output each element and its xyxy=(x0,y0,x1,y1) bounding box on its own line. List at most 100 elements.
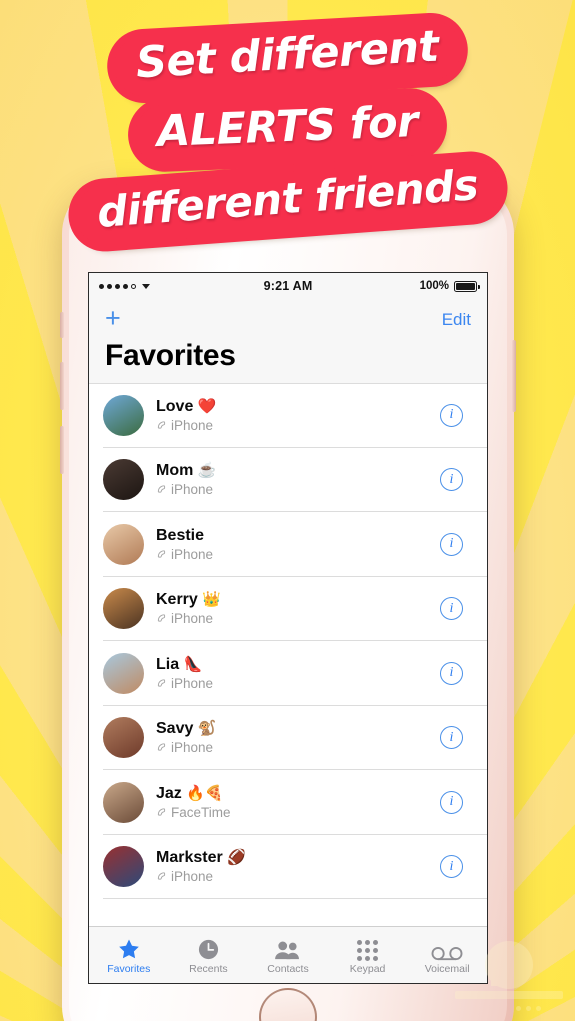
contact-service-row: iPhone xyxy=(156,869,440,884)
promo-screenshot: 9:21 AM 100% + Edit Favorites Love ❤️ iPh… xyxy=(0,0,575,1021)
favorite-row[interactable]: Bestie iPhone i xyxy=(89,512,487,577)
favorite-row[interactable]: Markster 🏈 iPhone i xyxy=(89,834,487,899)
contact-service-label: iPhone xyxy=(171,482,214,498)
contact-name: Kerry 👑 xyxy=(156,591,221,609)
star-icon xyxy=(117,935,141,961)
favorite-meta: Mom ☕ iPhone xyxy=(156,462,440,497)
tab-label: Voicemail xyxy=(424,963,470,976)
favorite-row[interactable]: Jaz 🔥🍕 FaceTime i xyxy=(89,770,487,835)
contact-service-row: FaceTime xyxy=(156,805,440,820)
avatar xyxy=(103,717,144,759)
info-circle-icon[interactable]: i xyxy=(440,661,463,685)
favorite-meta: Kerry 👑 iPhone xyxy=(156,591,440,626)
tab-bar: Favorites Recents Contacts Keypad Voicemail xyxy=(89,926,487,983)
avatar xyxy=(103,846,144,888)
contact-service-label: iPhone xyxy=(171,675,214,691)
contact-service-label: iPhone xyxy=(171,546,214,562)
page-title: Favorites xyxy=(105,339,236,372)
contact-service-row: iPhone xyxy=(156,676,440,691)
favorite-meta: Lia 👠 iPhone xyxy=(156,656,440,691)
add-favorite-button[interactable]: + xyxy=(105,304,121,336)
mute-switch[interactable] xyxy=(60,312,64,338)
handset-icon xyxy=(156,871,167,882)
avatar xyxy=(103,394,144,436)
contact-name: Lia 👠 xyxy=(156,655,203,673)
contact-name: Markster 🏈 xyxy=(156,849,246,867)
contact-emoji: ☕ xyxy=(197,462,217,480)
voicemail-icon xyxy=(431,935,463,961)
favorite-meta: Love ❤️ iPhone xyxy=(156,398,440,433)
tab-recents[interactable]: Recents xyxy=(169,935,249,975)
handset-icon xyxy=(156,807,167,818)
contact-name: Bestie xyxy=(156,526,205,544)
tab-contacts[interactable]: Contacts xyxy=(248,935,328,975)
contact-service-label: iPhone xyxy=(171,869,214,885)
favorite-meta: Bestie iPhone xyxy=(156,527,440,562)
carrier-caret-icon xyxy=(142,283,150,289)
favorites-list: Love ❤️ iPhone i Mom ☕ iPhone i Bestie iPhone i… xyxy=(89,383,487,899)
favorite-row[interactable]: Lia 👠 iPhone i xyxy=(89,641,487,706)
contact-service-row: iPhone xyxy=(156,418,440,433)
favorite-row[interactable]: Kerry 👑 iPhone i xyxy=(89,576,487,641)
contact-service-label: iPhone xyxy=(171,417,214,433)
contact-emoji: 👑 xyxy=(202,591,221,609)
contact-service-label: FaceTime xyxy=(171,804,231,820)
tab-label: Recents xyxy=(189,963,228,976)
handset-icon xyxy=(156,549,167,560)
favorite-row[interactable]: Mom ☕ iPhone i xyxy=(89,447,487,512)
people-icon xyxy=(274,935,301,961)
info-circle-icon[interactable]: i xyxy=(440,532,463,556)
power-button[interactable] xyxy=(512,340,516,412)
contact-emoji: ❤️ xyxy=(197,397,217,415)
favorite-row[interactable]: Savy 🐒 iPhone i xyxy=(89,705,487,770)
contact-emoji: 🐒 xyxy=(197,720,217,738)
contact-emoji: 🔥🍕 xyxy=(186,784,224,802)
handset-icon xyxy=(156,613,167,624)
iphone-device-frame: 9:21 AM 100% + Edit Favorites Love ❤️ iPh… xyxy=(60,180,516,1021)
contact-name: Love ❤️ xyxy=(156,397,217,415)
contact-service-row: iPhone xyxy=(156,547,440,562)
avatar xyxy=(103,781,144,823)
handset-icon xyxy=(156,420,167,431)
phone-screen: 9:21 AM 100% + Edit Favorites Love ❤️ iPh… xyxy=(88,272,488,984)
nav-button-row: + Edit xyxy=(105,304,471,336)
avatar xyxy=(103,652,144,694)
tab-label: Contacts xyxy=(267,963,309,976)
volume-up-button[interactable] xyxy=(60,362,64,410)
clock-icon xyxy=(197,935,220,961)
favorite-meta: Jaz 🔥🍕 FaceTime xyxy=(156,785,440,820)
contact-service-label: iPhone xyxy=(171,611,214,627)
avatar xyxy=(103,523,144,565)
contact-name: Mom ☕ xyxy=(156,462,217,480)
tab-voicemail[interactable]: Voicemail xyxy=(407,935,487,975)
info-circle-icon[interactable]: i xyxy=(440,790,463,814)
status-bar: 9:21 AM 100% xyxy=(89,273,487,299)
tab-keypad[interactable]: Keypad xyxy=(328,935,408,975)
handset-icon xyxy=(156,678,167,689)
volume-down-button[interactable] xyxy=(60,426,64,474)
tab-label: Keypad xyxy=(349,963,386,976)
contact-service-row: iPhone xyxy=(156,740,440,755)
contact-service-row: iPhone xyxy=(156,482,440,497)
contact-emoji: 👠 xyxy=(183,655,203,673)
info-circle-icon[interactable]: i xyxy=(440,597,463,621)
contact-name: Savy 🐒 xyxy=(156,720,217,738)
tab-label: Favorites xyxy=(107,963,151,976)
info-circle-icon[interactable]: i xyxy=(440,468,463,492)
info-circle-icon[interactable]: i xyxy=(440,726,463,750)
info-circle-icon[interactable]: i xyxy=(440,403,463,427)
favorite-row[interactable]: Love ❤️ iPhone i xyxy=(89,383,487,448)
avatar xyxy=(103,459,144,501)
contact-service-label: iPhone xyxy=(171,740,214,756)
info-circle-icon[interactable]: i xyxy=(440,855,463,879)
handset-icon xyxy=(156,742,167,753)
favorite-meta: Markster 🏈 iPhone xyxy=(156,849,440,884)
signal-dots-icon xyxy=(99,283,150,289)
contact-emoji: 🏈 xyxy=(227,849,246,867)
tab-favorites[interactable]: Favorites xyxy=(89,935,169,975)
edit-button[interactable]: Edit xyxy=(442,310,471,330)
contact-service-row: iPhone xyxy=(156,611,440,626)
contact-name: Jaz 🔥🍕 xyxy=(156,784,224,802)
avatar xyxy=(103,588,144,630)
favorite-meta: Savy 🐒 iPhone xyxy=(156,720,440,755)
